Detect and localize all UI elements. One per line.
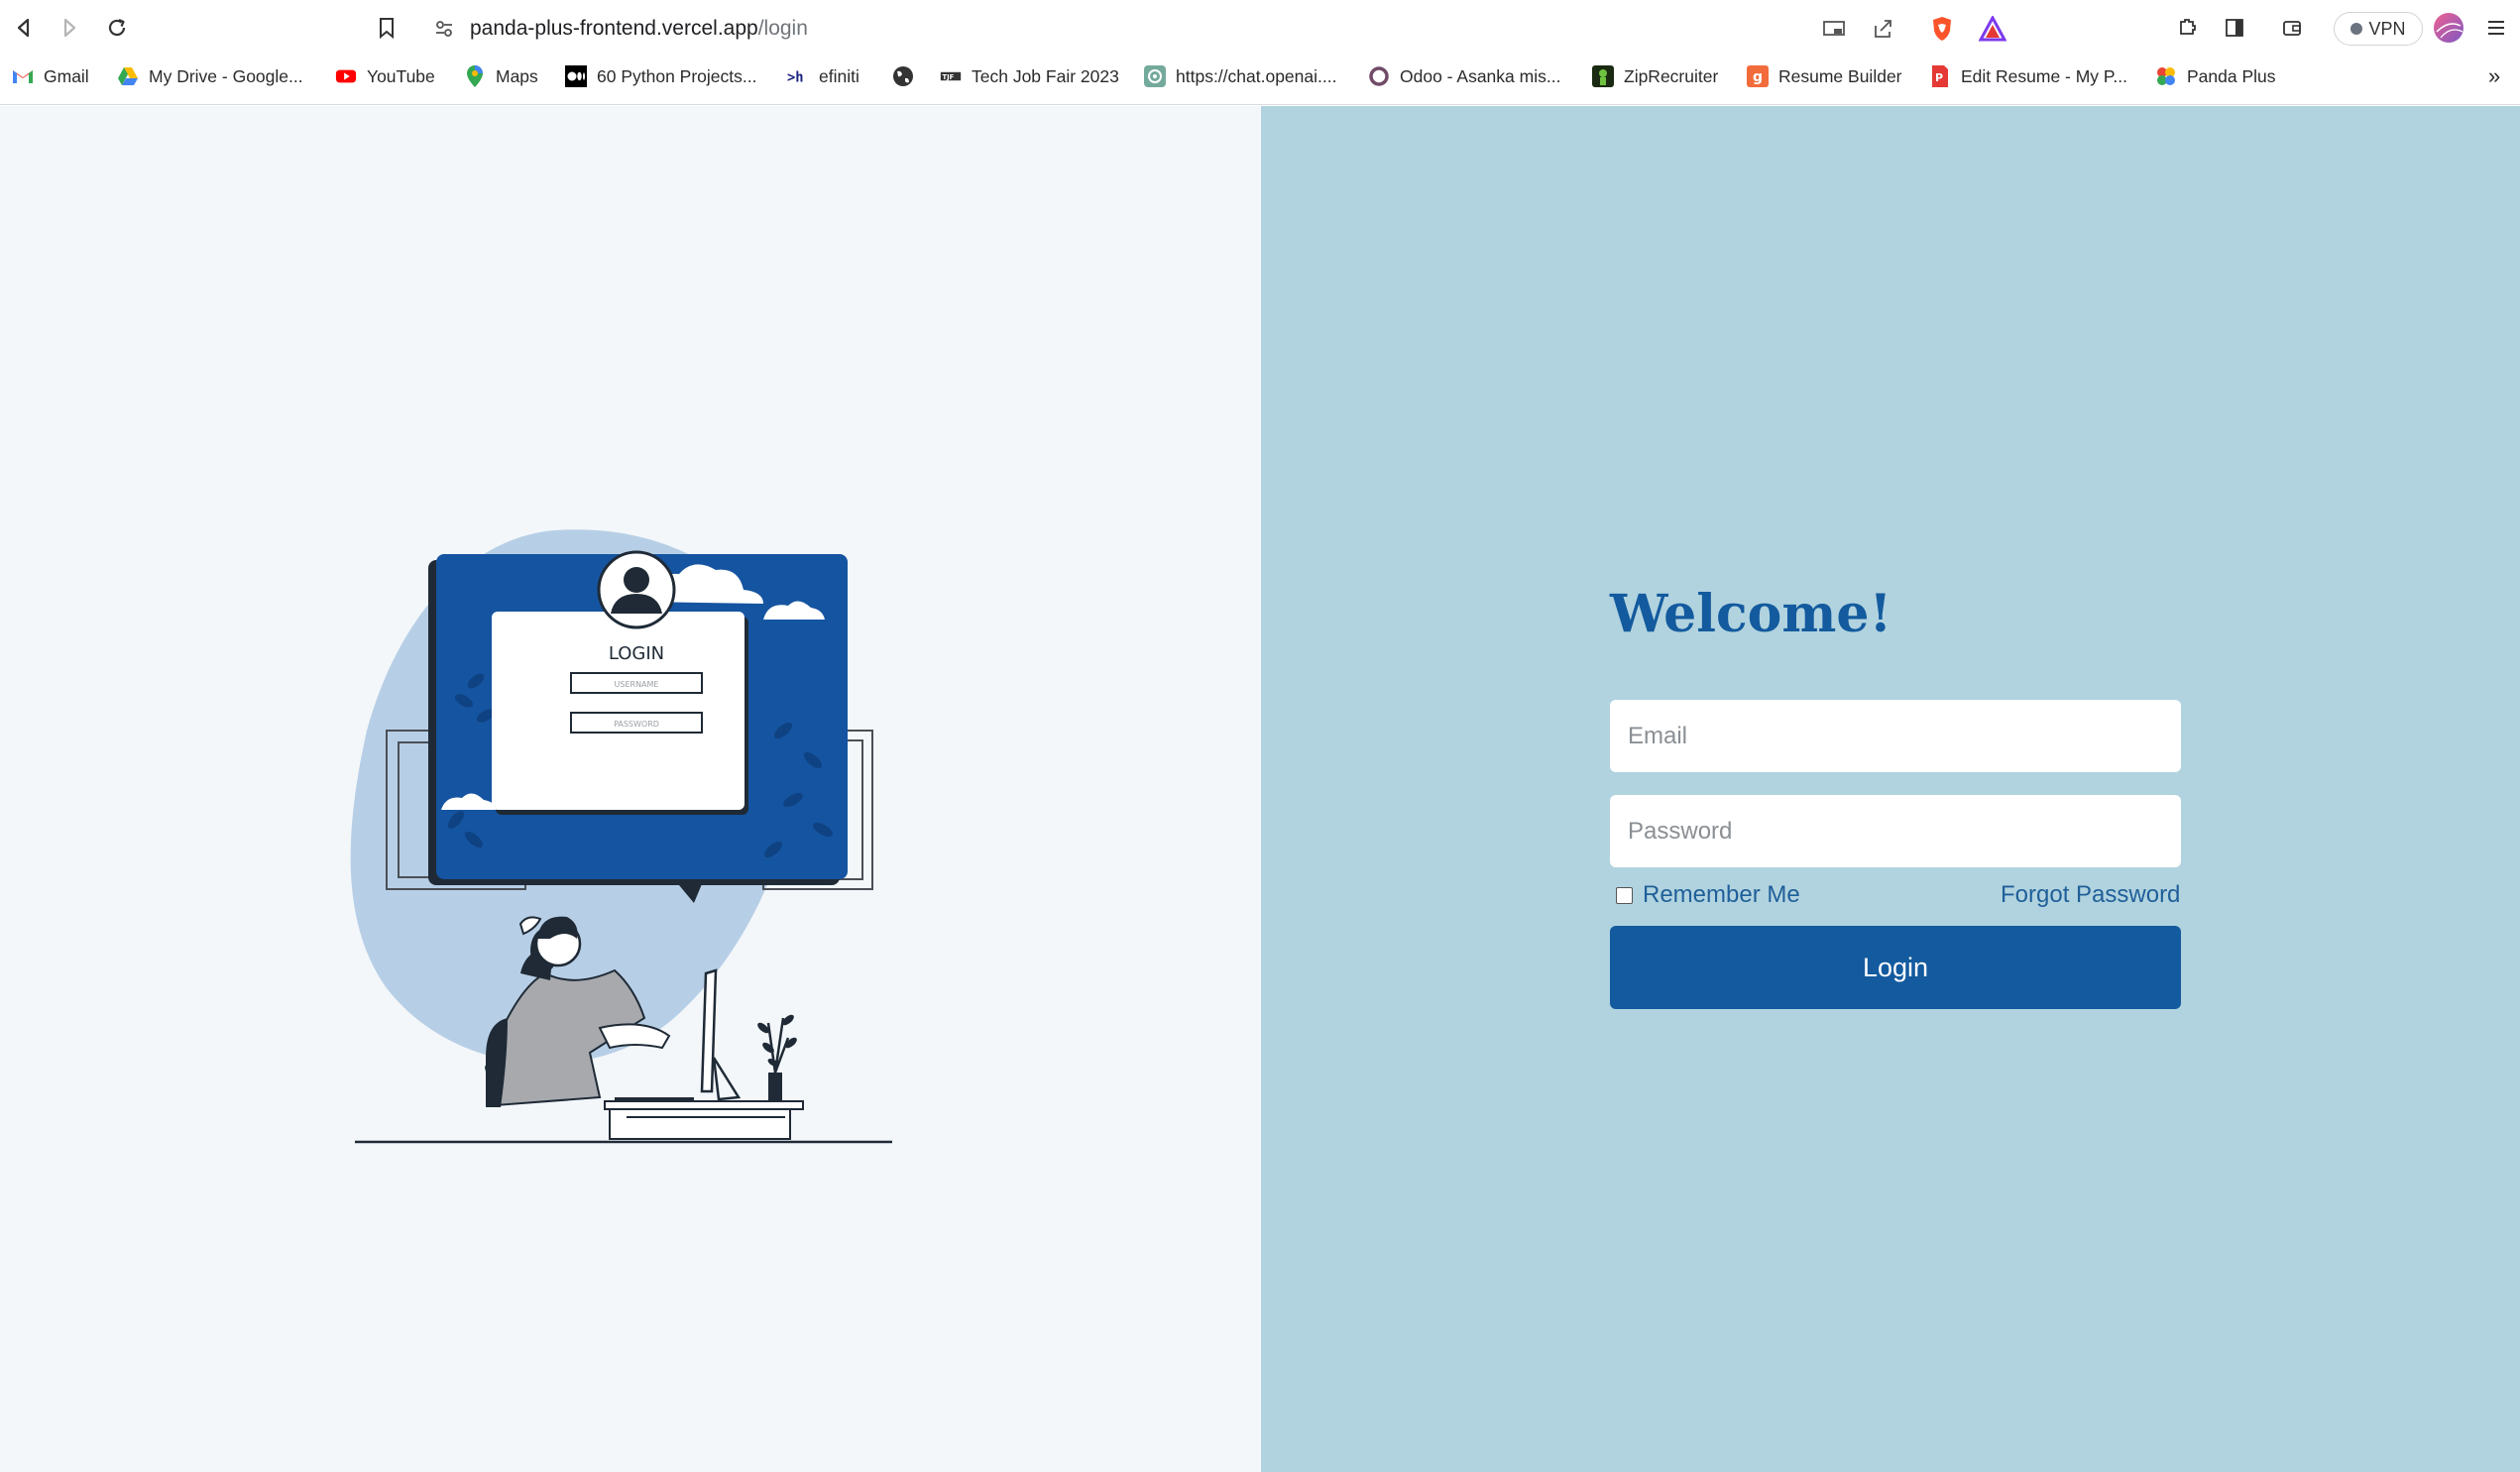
welcome-heading: Welcome!: [1610, 584, 1892, 644]
bookmark-label: efiniti: [819, 65, 859, 86]
bookmarks-more-button[interactable]: »: [2488, 59, 2500, 93]
reload-icon[interactable]: [101, 12, 133, 44]
bookmark-tech-job-fair[interactable]: TJF Tech Job Fair 2023: [940, 59, 1119, 93]
gmail-icon: [12, 65, 34, 87]
sidebar-icon[interactable]: [2219, 12, 2250, 44]
bookmark-label: My Drive - Google...: [149, 65, 303, 86]
url-text: panda-plus-frontend.vercel.app/login: [470, 8, 808, 50]
bookmark-label: Panda Plus: [2187, 65, 2276, 86]
vpn-status-icon: [2350, 23, 2363, 35]
bookmark-youtube[interactable]: YouTube: [335, 59, 435, 93]
svg-text:g: g: [1753, 69, 1763, 85]
bookmark-label: Maps: [496, 65, 538, 86]
remember-me-label: Remember Me: [1643, 881, 1800, 908]
bookmark-label: 60 Python Projects...: [597, 65, 757, 86]
wallet-icon[interactable]: [2276, 12, 2308, 44]
medium-icon: [565, 65, 587, 87]
bookmark-label: Edit Resume - My P...: [1961, 65, 2127, 86]
bookmark-my-drive[interactable]: My Drive - Google...: [117, 59, 303, 93]
svg-text:TJF: TJF: [943, 73, 955, 81]
extensions-icon[interactable]: [2171, 12, 2203, 44]
login-page: LOGIN USERNAME PASSWORD Welcome! Email R…: [0, 106, 2520, 1472]
youtube-icon: [335, 65, 357, 87]
bookmark-label: YouTube: [367, 65, 435, 86]
illustration-username-label: USERNAME: [615, 680, 659, 689]
maps-icon: [464, 65, 486, 87]
edit-resume-icon: P: [1929, 65, 1951, 87]
bookmark-label: Resume Builder: [1778, 65, 1902, 86]
share-icon[interactable]: [1872, 18, 1893, 45]
bookmark-label: Tech Job Fair 2023: [972, 65, 1119, 86]
bookmark-globe[interactable]: [892, 59, 924, 93]
bookmark-maps[interactable]: Maps: [464, 59, 538, 93]
bookmark-chat-openai[interactable]: https://chat.openai....: [1144, 59, 1336, 93]
remember-me-checkbox[interactable]: [1616, 886, 1633, 904]
address-bar[interactable]: panda-plus-frontend.vercel.app/login: [420, 8, 2020, 50]
password-input[interactable]: [1610, 795, 2181, 867]
bookmark-label: https://chat.openai....: [1176, 65, 1337, 86]
illustration-login-title: LOGIN: [609, 643, 664, 664]
illustration-password-label: PASSWORD: [614, 720, 659, 729]
svg-text:P: P: [1935, 71, 1943, 84]
efiniti-icon: >h: [787, 65, 809, 87]
resume-builder-icon: g: [1747, 65, 1769, 87]
brave-shields-icon[interactable]: [1929, 15, 1955, 48]
bookmark-odoo[interactable]: Odoo - Asanka mis...: [1368, 59, 1560, 93]
email-input[interactable]: [1610, 700, 2181, 772]
cast-icon[interactable]: [1822, 19, 1846, 44]
vpn-button[interactable]: VPN: [2334, 12, 2423, 46]
vpn-label: VPN: [2368, 18, 2406, 39]
brave-rewards-icon[interactable]: [1978, 14, 2007, 47]
globe-icon: [892, 65, 914, 87]
more-label: »: [2488, 63, 2501, 88]
bookmark-ziprecruiter[interactable]: ZipRecruiter: [1592, 59, 1718, 93]
bookmarks-bar: Gmail My Drive - Google... YouTube Maps …: [0, 59, 2520, 93]
url-host: panda-plus-frontend.vercel.app: [470, 17, 758, 40]
forgot-password-link[interactable]: Forgot Password: [2001, 881, 2180, 909]
jobfair-icon: TJF: [940, 65, 962, 87]
url-path: /login: [757, 17, 808, 40]
bookmark-icon[interactable]: [371, 12, 402, 44]
login-panel: Welcome! Remember Me Forgot Password Log…: [1261, 106, 2520, 1472]
bookmark-resume-builder[interactable]: g Resume Builder: [1747, 59, 1902, 93]
bookmark-python-projects[interactable]: 60 Python Projects...: [565, 59, 756, 93]
bookmark-label: Odoo - Asanka mis...: [1400, 65, 1561, 86]
illustration-panel: LOGIN USERNAME PASSWORD: [0, 106, 1261, 1472]
browser-toolbar: panda-plus-frontend.vercel.app/login VPN: [0, 0, 2520, 57]
bookmark-gmail[interactable]: Gmail: [12, 59, 89, 93]
svg-text:>h: >h: [787, 70, 804, 86]
browser-chrome: panda-plus-frontend.vercel.app/login VPN…: [0, 0, 2520, 105]
back-icon[interactable]: [8, 12, 40, 44]
odoo-icon: [1368, 65, 1390, 87]
panda-plus-icon: [2155, 65, 2177, 87]
drive-icon: [117, 65, 139, 87]
bookmark-efiniti[interactable]: >h efiniti: [787, 59, 859, 93]
bookmark-edit-resume[interactable]: P Edit Resume - My P...: [1929, 59, 2127, 93]
site-settings-icon[interactable]: [434, 19, 454, 44]
login-button[interactable]: Login: [1610, 926, 2181, 1009]
menu-icon[interactable]: [2480, 12, 2512, 44]
openai-icon: [1144, 65, 1166, 87]
bookmark-panda-plus[interactable]: Panda Plus: [2155, 59, 2276, 93]
profile-avatar[interactable]: [2433, 12, 2464, 44]
ziprecruiter-icon: [1592, 65, 1614, 87]
bookmark-label: ZipRecruiter: [1624, 65, 1719, 86]
login-illustration: LOGIN USERNAME PASSWORD: [350, 529, 892, 1144]
remember-me[interactable]: Remember Me: [1616, 881, 1800, 909]
forward-icon[interactable]: [54, 12, 85, 44]
bookmark-label: Gmail: [44, 65, 89, 86]
